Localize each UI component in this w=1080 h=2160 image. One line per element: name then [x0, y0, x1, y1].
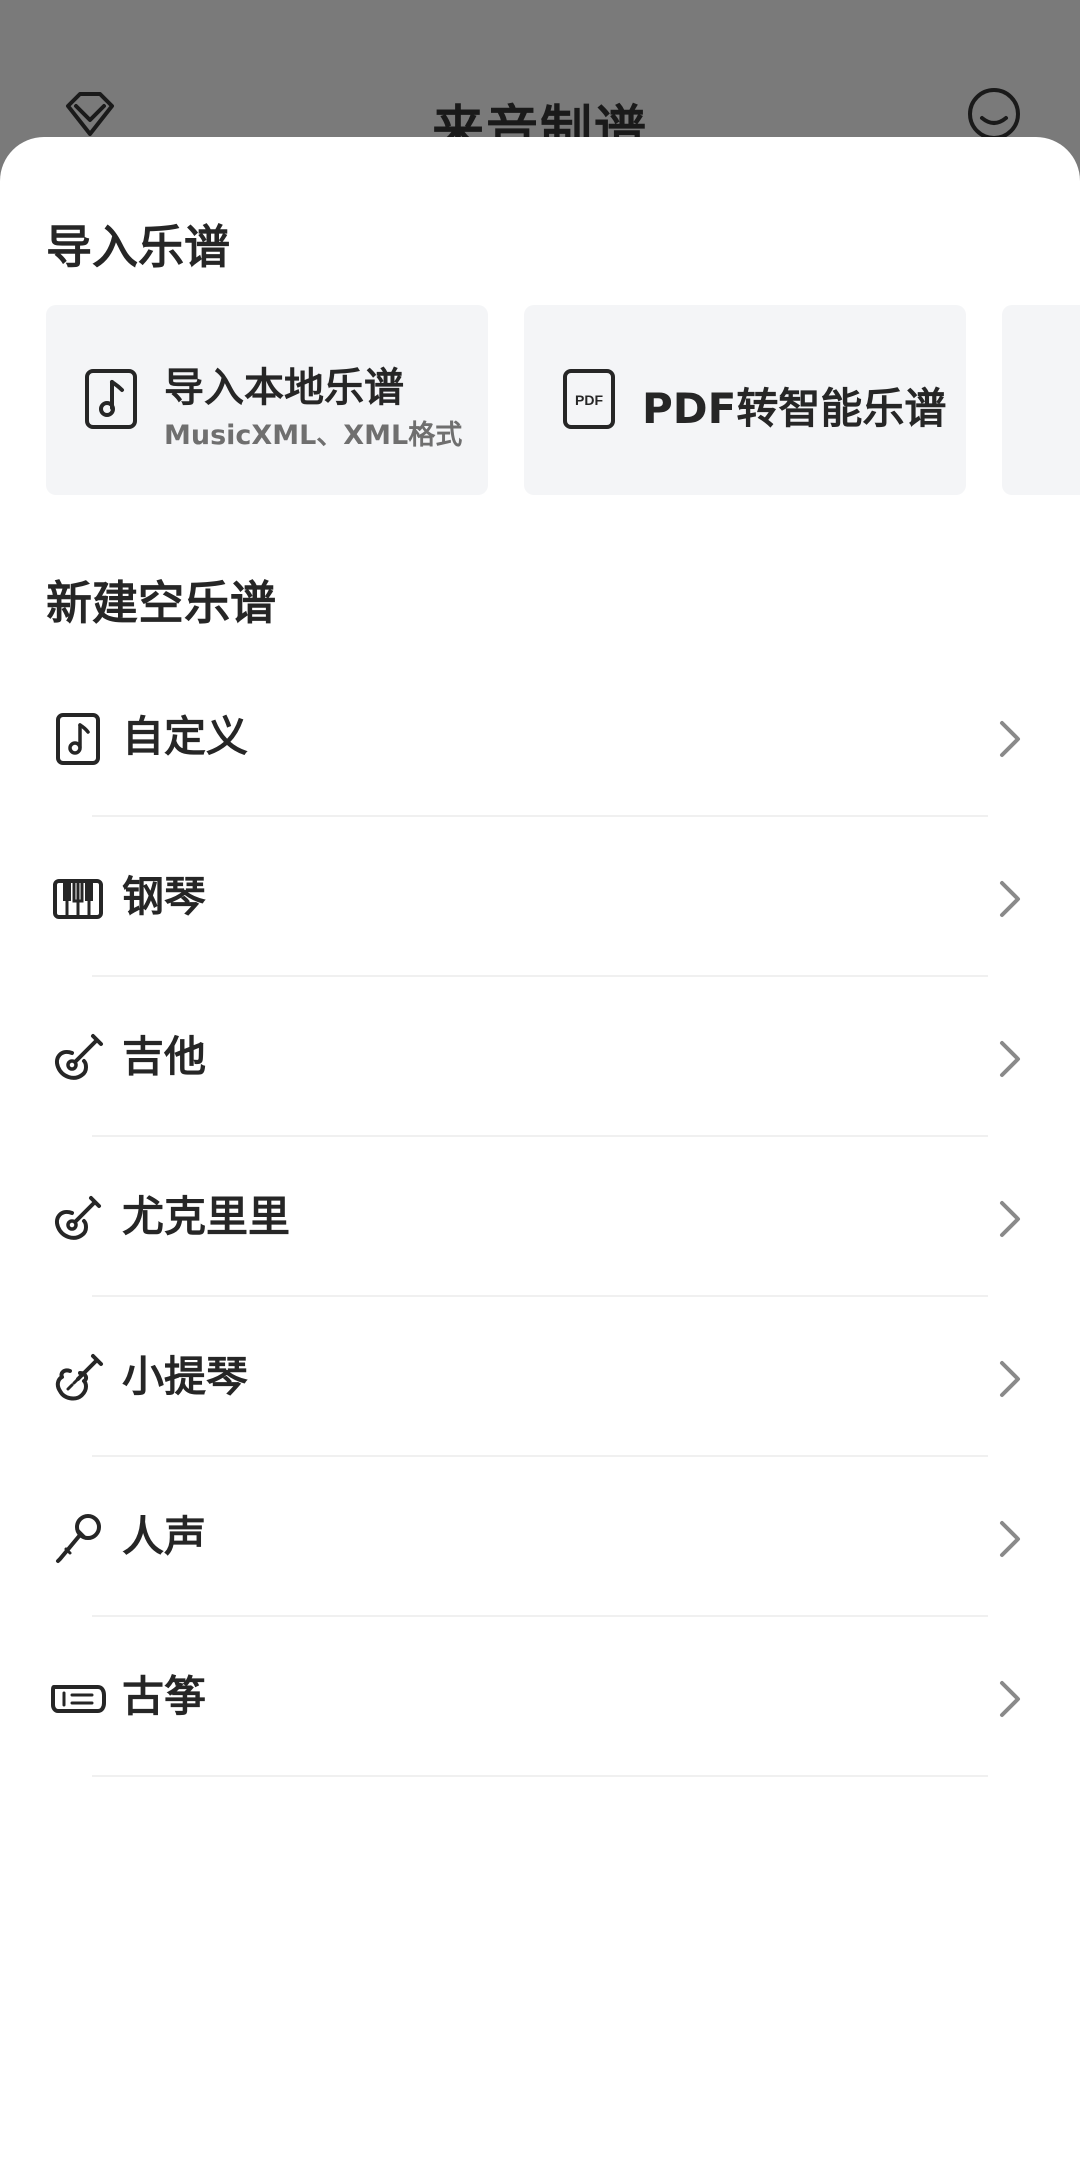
music-file-icon — [84, 368, 138, 430]
chevron-right-icon — [998, 719, 1022, 759]
chevron-right-icon — [998, 1199, 1022, 1239]
guzheng-icon — [50, 1671, 106, 1727]
next-card-peek[interactable] — [1002, 305, 1080, 495]
music-note-file-icon — [50, 711, 106, 767]
list-item-violin[interactable]: 小提琴 — [0, 1297, 1080, 1457]
chevron-right-icon — [998, 1519, 1022, 1559]
instrument-list: 自定义 钢琴 吉他 尤克里里 小提琴 人声 古筝 — [0, 657, 1080, 1777]
divider — [92, 1775, 988, 1777]
guitar-icon — [50, 1031, 106, 1087]
import-local-subtitle: MusicXML、XML格式 — [164, 420, 463, 451]
list-item-ukulele[interactable]: 尤克里里 — [0, 1137, 1080, 1297]
import-local-score-card[interactable]: 导入本地乐谱 MusicXML、XML格式 — [46, 305, 488, 495]
chevron-right-icon — [998, 879, 1022, 919]
list-item-custom[interactable]: 自定义 — [0, 657, 1080, 817]
item-label-guitar: 吉他 — [122, 1032, 207, 1081]
pdf-file-icon: PDF — [562, 368, 616, 430]
list-item-guitar[interactable]: 吉他 — [0, 977, 1080, 1137]
import-local-title: 导入本地乐谱 — [164, 365, 404, 411]
pdf-icon-text: PDF — [575, 392, 603, 408]
import-cards-row[interactable]: 导入本地乐谱 MusicXML、XML格式 PDF PDF转智能乐谱 — [46, 305, 1080, 495]
chevron-right-icon — [998, 1359, 1022, 1399]
item-label-vocal: 人声 — [122, 1512, 207, 1561]
item-label-violin: 小提琴 — [122, 1352, 249, 1401]
new-score-section-title: 新建空乐谱 — [46, 576, 276, 630]
list-item-guzheng[interactable]: 古筝 — [0, 1617, 1080, 1777]
import-section-title: 导入乐谱 — [46, 220, 230, 274]
item-label-ukulele: 尤克里里 — [122, 1192, 291, 1241]
violin-icon — [50, 1351, 106, 1407]
bottom-sheet: 导入乐谱 导入本地乐谱 MusicXML、XML格式 PDF PDF转智能乐谱 … — [0, 137, 1080, 2160]
pdf-to-score-title: PDF转智能乐谱 — [642, 384, 947, 433]
chevron-right-icon — [998, 1679, 1022, 1719]
microphone-icon — [50, 1511, 106, 1567]
ukulele-icon — [50, 1191, 106, 1247]
item-label-guzheng: 古筝 — [122, 1672, 207, 1721]
pdf-to-score-card[interactable]: PDF PDF转智能乐谱 — [524, 305, 966, 495]
list-item-piano[interactable]: 钢琴 — [0, 817, 1080, 977]
list-item-vocal[interactable]: 人声 — [0, 1457, 1080, 1617]
chevron-right-icon — [998, 1039, 1022, 1079]
item-label-piano: 钢琴 — [122, 872, 207, 921]
item-label-custom: 自定义 — [122, 712, 249, 761]
piano-icon — [50, 871, 106, 927]
